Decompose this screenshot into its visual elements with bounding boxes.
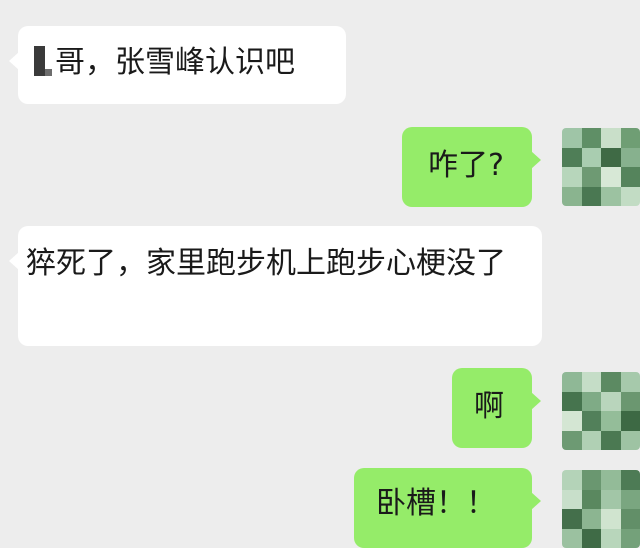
- message-text: 卧槽！！: [376, 486, 496, 521]
- message-bubble-sent[interactable]: 卧槽！！: [354, 468, 541, 548]
- message-bubble-sent[interactable]: 啊: [452, 368, 541, 448]
- message-bubble-received[interactable]: 哥，张雪峰认识吧: [9, 26, 346, 104]
- pixelated-avatar-icon[interactable]: [562, 372, 640, 450]
- redacted-name-mark: [34, 46, 52, 76]
- message-text: 咋了?: [428, 148, 504, 183]
- message-text: 啊: [474, 389, 504, 424]
- pixelated-avatar-icon[interactable]: [562, 470, 640, 548]
- message-text: 猝死了，家里跑步机上跑步心梗没了: [26, 246, 506, 281]
- message-bubble-sent[interactable]: 咋了?: [402, 127, 541, 207]
- pixelated-avatar-icon[interactable]: [562, 128, 640, 206]
- message-bubble-received[interactable]: 猝死了，家里跑步机上跑步心梗没了: [9, 226, 542, 346]
- message-text: 哥，张雪峰认识吧: [55, 45, 295, 80]
